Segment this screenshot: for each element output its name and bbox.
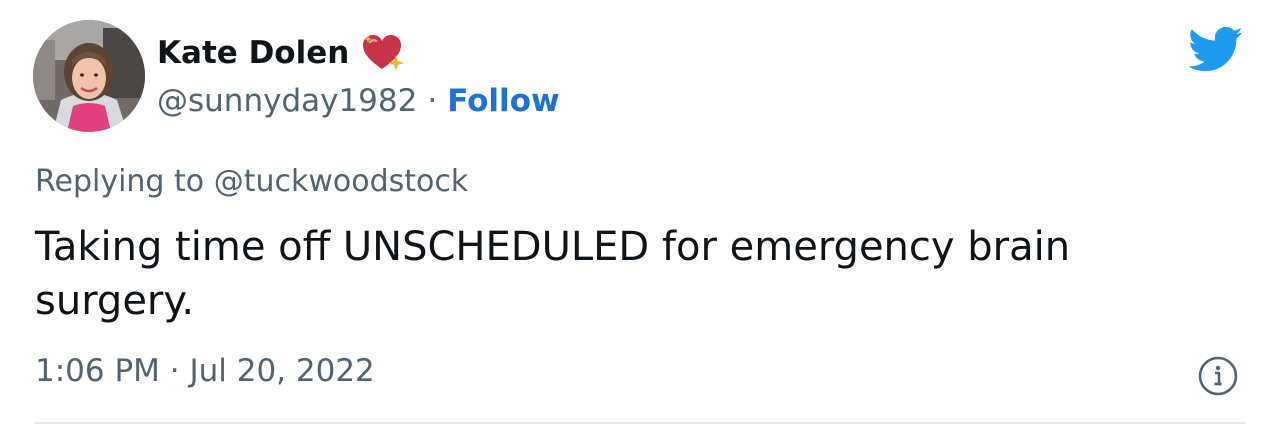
tweet-text: Taking time off UNSCHEDULED for emergenc… [35,224,1071,324]
bottom-divider [35,422,1245,424]
author-name-row: Kate Dolen [157,30,405,76]
tweet-card: Kate Dolen @sunnyday1982 · Follow Replyi… [0,0,1278,438]
author-handle[interactable]: @sunnyday1982 [157,83,417,119]
replying-to-line: Replying to @tuckwoodstock [35,164,468,199]
follow-button[interactable]: Follow [447,83,559,119]
replying-to-label: Replying to [35,164,205,199]
handle-separator: · [427,83,438,119]
author-display-name[interactable]: Kate Dolen [157,35,349,71]
reply-mention-link[interactable]: @tuckwoodstock [214,164,469,199]
avatar-photo [33,20,145,132]
avatar[interactable] [33,20,145,132]
info-circle-icon[interactable] [1196,354,1240,398]
author-handle-row: @sunnyday1982 · Follow [157,78,560,124]
twitter-bird-icon[interactable] [1187,27,1244,73]
tweet-timestamp[interactable]: 1:06 PM · Jul 20, 2022 [35,353,375,389]
sparkling-heart-icon [361,33,405,73]
